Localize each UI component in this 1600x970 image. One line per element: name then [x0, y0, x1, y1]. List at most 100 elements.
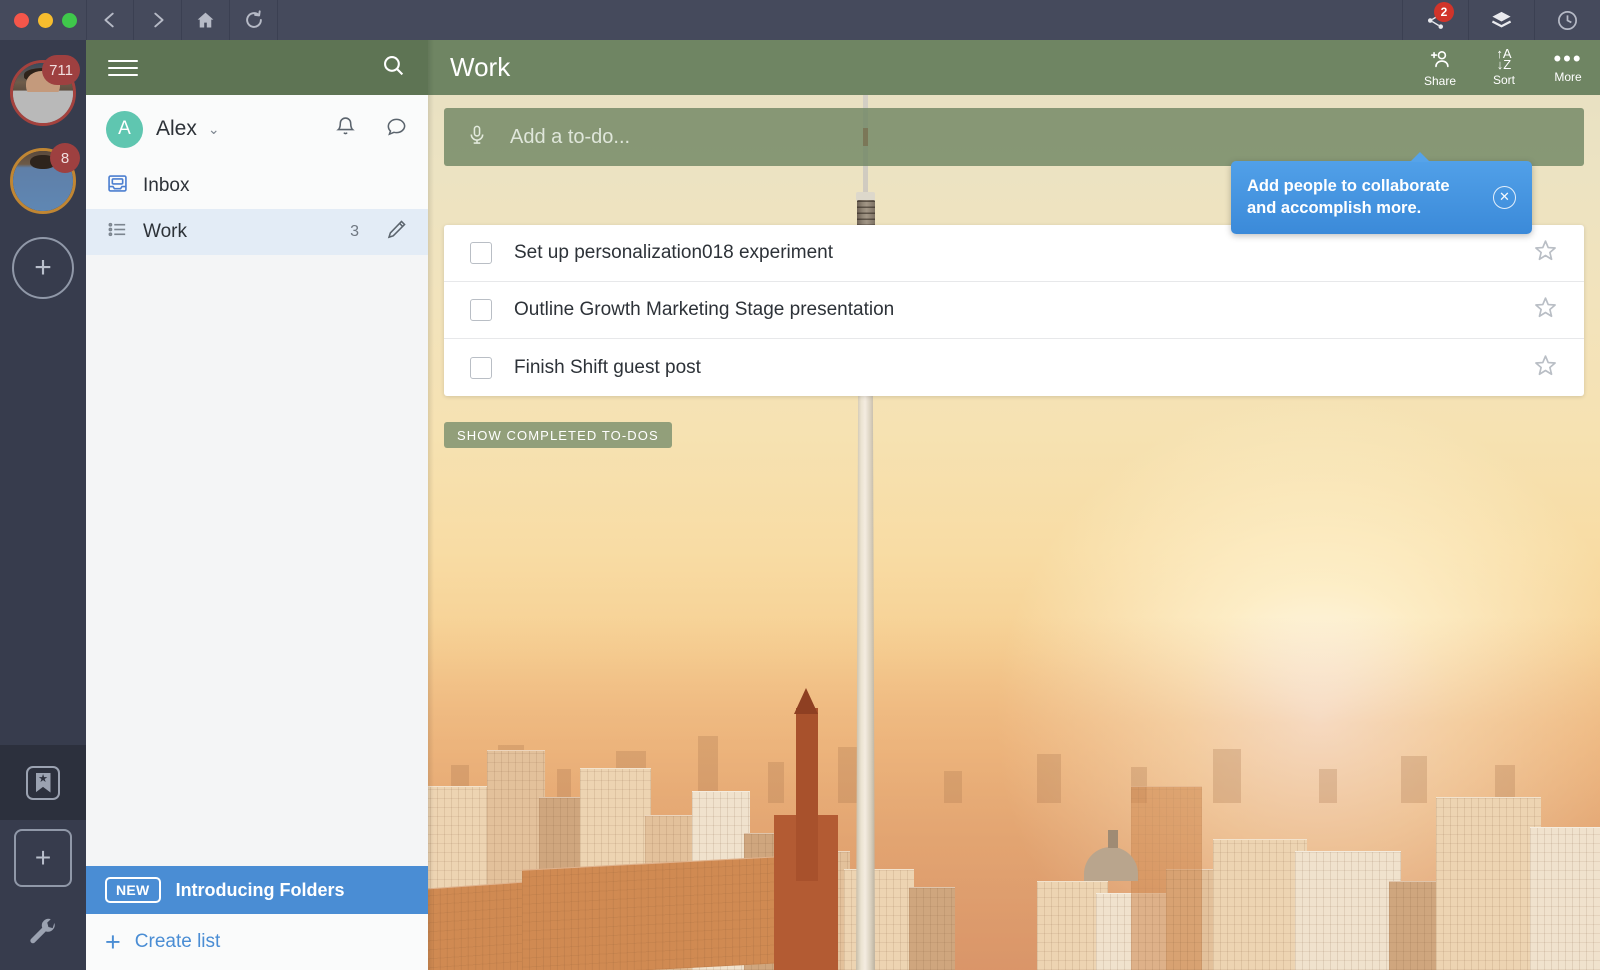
promo-label: Introducing Folders	[175, 879, 345, 900]
wrench-icon	[29, 918, 55, 944]
collaborate-tooltip: Add people to collaborate and accomplish…	[1231, 152, 1532, 234]
forward-button[interactable]	[134, 0, 182, 40]
create-list-label: Create list	[134, 931, 221, 952]
minimize-window-button[interactable]	[38, 12, 53, 28]
ellipsis-icon: •••	[1553, 46, 1583, 71]
sidebar-item-work[interactable]: Work 3	[86, 209, 428, 255]
reload-button[interactable]	[230, 0, 278, 40]
todo-item[interactable]: Set up personalization018 experiment	[444, 225, 1584, 282]
bookmarks-button[interactable]: ★	[0, 745, 86, 820]
create-list-button[interactable]: + Create list	[86, 914, 428, 970]
page-title: Work	[450, 52, 511, 82]
unread-badge: 711	[42, 55, 80, 85]
star-icon[interactable]	[1533, 353, 1558, 383]
maximize-window-button[interactable]	[62, 12, 77, 28]
notifications-button[interactable]	[334, 115, 357, 143]
inbox-icon	[106, 172, 129, 200]
home-icon	[197, 12, 214, 27]
window-traffic-lights	[0, 0, 86, 40]
todo-item[interactable]: Finish Shift guest post	[444, 339, 1584, 396]
sort-button[interactable]: ↑A ↓Z Sort	[1472, 47, 1536, 87]
town-hall-roof	[793, 688, 818, 715]
add-app-button[interactable]: +	[0, 820, 86, 895]
titlebar-spacer	[278, 0, 1402, 40]
todo-checkbox[interactable]	[470, 242, 492, 264]
new-badge: NEW	[105, 877, 161, 903]
hamburger-icon[interactable]	[108, 59, 138, 76]
app-window: 2 711 8 + ★ + A Alex ⌄ Inbox Work 3 NEW …	[0, 0, 1600, 970]
layers-icon	[1491, 11, 1512, 28]
clock-icon	[1558, 10, 1577, 30]
browser-nav-group	[86, 0, 278, 40]
tv-tower	[830, 40, 900, 970]
todo-text: Outline Growth Marketing Stage presentat…	[514, 299, 895, 320]
app-rail: 711 8 + ★ +	[0, 40, 86, 970]
town-hall-tower	[796, 708, 819, 881]
window-titlebar: 2	[0, 0, 1600, 40]
tooltip-arrow	[1410, 152, 1430, 162]
star-icon[interactable]	[1533, 238, 1558, 268]
add-todo-placeholder: Add a to-do...	[510, 125, 631, 148]
bookmark-star-icon: ★	[26, 765, 60, 800]
sidebar-header	[86, 40, 428, 95]
titlebar-right-icons: 2	[1402, 0, 1600, 40]
sidebar-item-count: 3	[350, 223, 359, 240]
tooltip-text: Add people to collaborate and accomplish…	[1247, 177, 1450, 218]
more-button[interactable]: ••• More	[1536, 46, 1600, 85]
account-switcher-item[interactable]: 711	[0, 49, 86, 137]
back-button[interactable]	[86, 0, 134, 40]
history-button[interactable]	[1534, 0, 1600, 40]
lists-empty-space	[86, 255, 428, 866]
home-button[interactable]	[182, 0, 230, 40]
sort-glyph-bottom: ↓Z	[1496, 57, 1512, 72]
cityscape	[428, 672, 1600, 970]
sort-az-icon: ↑A ↓Z	[1496, 47, 1512, 72]
plus-icon: +	[105, 926, 121, 957]
sidebar-item-label: Inbox	[143, 175, 190, 196]
avatar: A	[106, 110, 143, 148]
todo-text: Finish Shift guest post	[514, 356, 701, 378]
account-switcher-item[interactable]: 8	[0, 137, 86, 225]
rail-bottom-group: ★ +	[0, 745, 86, 970]
close-window-button[interactable]	[14, 12, 29, 28]
show-completed-todos-button[interactable]: SHOW COMPLETED TO-DOS	[444, 422, 672, 448]
todo-list: Set up personalization018 experiment Out…	[444, 225, 1584, 396]
sidebar-item-label: Work	[143, 221, 187, 242]
todo-checkbox[interactable]	[470, 299, 492, 321]
star-icon[interactable]	[1533, 295, 1558, 325]
reload-icon	[245, 10, 262, 28]
close-circle-icon[interactable]: ✕	[1493, 185, 1516, 209]
layers-button[interactable]	[1468, 0, 1534, 40]
cathedral-lantern	[1107, 830, 1118, 848]
introducing-folders-promo[interactable]: NEW Introducing Folders	[86, 866, 428, 914]
lists-sidebar: A Alex ⌄ Inbox Work 3 NEW Introducing Fo…	[86, 40, 428, 970]
panel-left-shadow	[428, 40, 434, 970]
chat-bubble-icon	[387, 118, 406, 136]
add-person-icon	[1430, 50, 1449, 67]
search-button[interactable]	[381, 53, 406, 83]
list-icon	[106, 218, 129, 246]
list-header: Work Share ↑A ↓Z Sort ••• More	[428, 40, 1600, 95]
microphone-icon[interactable]	[466, 123, 488, 152]
todo-item[interactable]: Outline Growth Marketing Stage presentat…	[444, 282, 1584, 339]
pencil-icon[interactable]	[385, 218, 408, 246]
sidebar-item-inbox[interactable]: Inbox	[86, 163, 428, 209]
share-label: Share	[1423, 73, 1457, 88]
chevron-left-icon	[104, 12, 114, 28]
rail-accounts: 711 8 +	[0, 40, 86, 299]
share-list-button[interactable]: Share	[1408, 48, 1472, 88]
settings-button[interactable]	[0, 895, 86, 970]
chevron-down-icon[interactable]: ⌄	[208, 121, 220, 138]
plus-icon: +	[14, 828, 72, 887]
add-account-button[interactable]: +	[12, 237, 74, 299]
share-button[interactable]: 2	[1402, 0, 1468, 40]
account-name: Alex	[156, 117, 197, 140]
todo-checkbox[interactable]	[470, 356, 492, 379]
search-icon	[384, 55, 404, 75]
chevron-right-icon	[153, 12, 164, 28]
comments-button[interactable]	[385, 115, 408, 143]
main-panel: Work Share ↑A ↓Z Sort ••• More Add a to-…	[428, 40, 1600, 970]
todo-text: Set up personalization018 experiment	[514, 242, 833, 263]
tower-shaft	[856, 342, 875, 970]
account-header[interactable]: A Alex ⌄	[86, 95, 428, 163]
